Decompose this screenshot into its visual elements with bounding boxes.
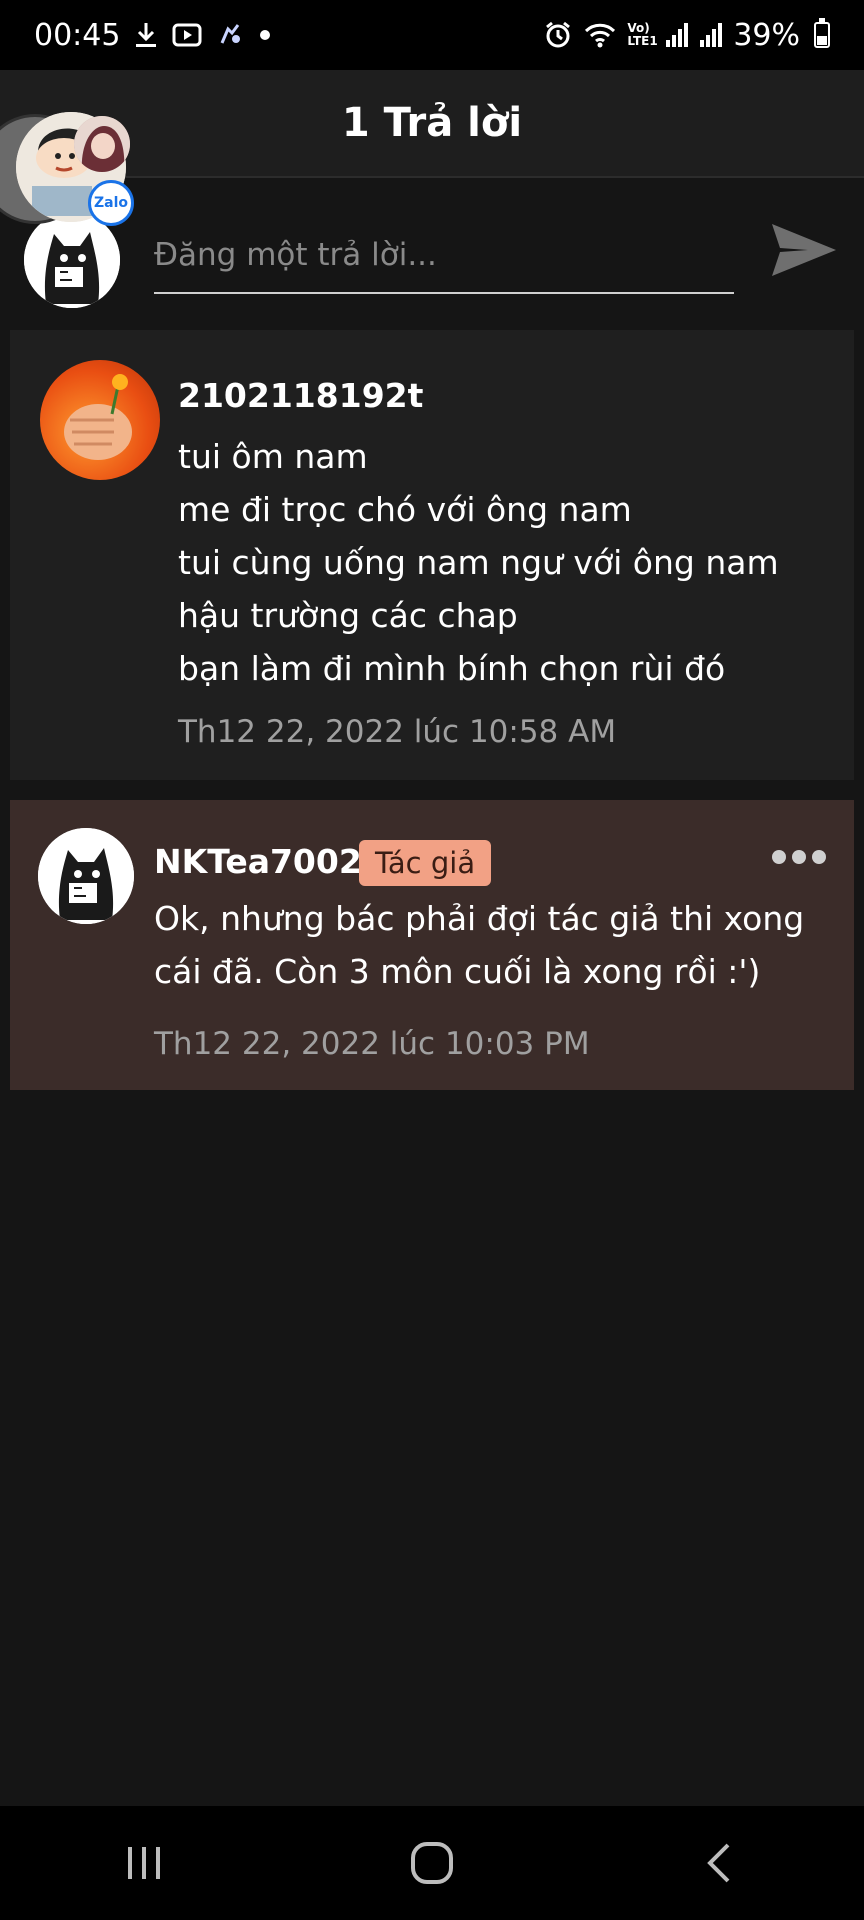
signal-icon <box>699 22 723 48</box>
more-options-button[interactable] <box>772 850 826 864</box>
comment-timestamp: Th12 22, 2022 lúc 10:03 PM <box>154 1026 590 1062</box>
avatar[interactable] <box>38 828 134 924</box>
reply-input[interactable] <box>154 218 734 294</box>
status-time: 00:45 <box>34 17 121 53</box>
reply-comment-card: NKTea7002 Tác giả Ok, nhưng bác phải đợi… <box>10 800 854 1090</box>
navigation-bar <box>0 1806 864 1920</box>
cat-avatar-icon <box>38 828 134 924</box>
comment-body: Ok, nhưng bác phải đợi tác giả thi xong … <box>154 899 805 991</box>
author-badge: Tác giả <box>359 840 492 886</box>
wifi-icon <box>583 21 617 49</box>
page-title: 1 Trả lời <box>341 100 523 146</box>
home-icon <box>411 1842 453 1884</box>
chat-heads[interactable]: Zalo <box>0 108 140 226</box>
cat-avatar-icon <box>24 212 120 308</box>
back-button[interactable] <box>675 1818 765 1908</box>
signal-icon <box>665 22 689 48</box>
comment-line: tui ôm nam <box>178 437 368 476</box>
chat-head-avatar[interactable] <box>74 116 130 172</box>
comment-line: bạn làm đi mình bính chọn rùi đó <box>178 649 726 688</box>
game-icon <box>216 21 244 49</box>
more-dot-icon <box>772 850 786 864</box>
zalo-badge[interactable]: Zalo <box>88 180 134 226</box>
battery-percent: 39% <box>733 17 800 53</box>
status-left: 00:45 <box>34 18 272 53</box>
more-dot-icon <box>792 850 806 864</box>
comment-body: tui ôm nam me đi trọc chó với ông nam tu… <box>178 430 779 695</box>
comment-line: me đi trọc chó với ông nam <box>178 490 632 529</box>
comment-line: tui cùng uống nam ngư với ông nam <box>178 543 779 582</box>
recent-apps-icon <box>128 1847 160 1879</box>
recent-apps-button[interactable] <box>99 1818 189 1908</box>
avatar <box>24 212 120 308</box>
more-dot-icon <box>812 850 826 864</box>
comment-username[interactable]: 2102118192t <box>178 376 423 415</box>
alarm-icon <box>543 20 573 50</box>
anime-avatar-icon <box>74 116 130 172</box>
screen: 00:45 Vo) LTE1 39% 1 Trả lời Đăng một tr… <box>0 0 864 1920</box>
fist-flower-avatar-icon <box>64 374 132 460</box>
download-icon <box>134 21 158 49</box>
avatar[interactable] <box>40 360 160 480</box>
original-comment-card: 2102118192t tui ôm nam me đi trọc chó vớ… <box>10 330 854 780</box>
youtube-icon <box>172 22 202 48</box>
home-button[interactable] <box>387 1818 477 1908</box>
status-right: Vo) LTE1 39% <box>543 18 830 53</box>
send-button[interactable] <box>768 214 840 286</box>
comment-line: hậu trường các chap <box>178 596 518 635</box>
send-icon <box>772 224 836 276</box>
status-bar: 00:45 Vo) LTE1 39% <box>0 0 864 70</box>
back-icon <box>707 1843 730 1883</box>
comment-timestamp: Th12 22, 2022 lúc 10:58 AM <box>178 714 617 750</box>
comment-username[interactable]: NKTea7002 <box>154 842 362 881</box>
battery-icon <box>814 18 830 48</box>
lte-label: Vo) LTE1 <box>627 21 658 48</box>
dot-icon <box>258 28 272 42</box>
battery-level <box>817 36 827 45</box>
